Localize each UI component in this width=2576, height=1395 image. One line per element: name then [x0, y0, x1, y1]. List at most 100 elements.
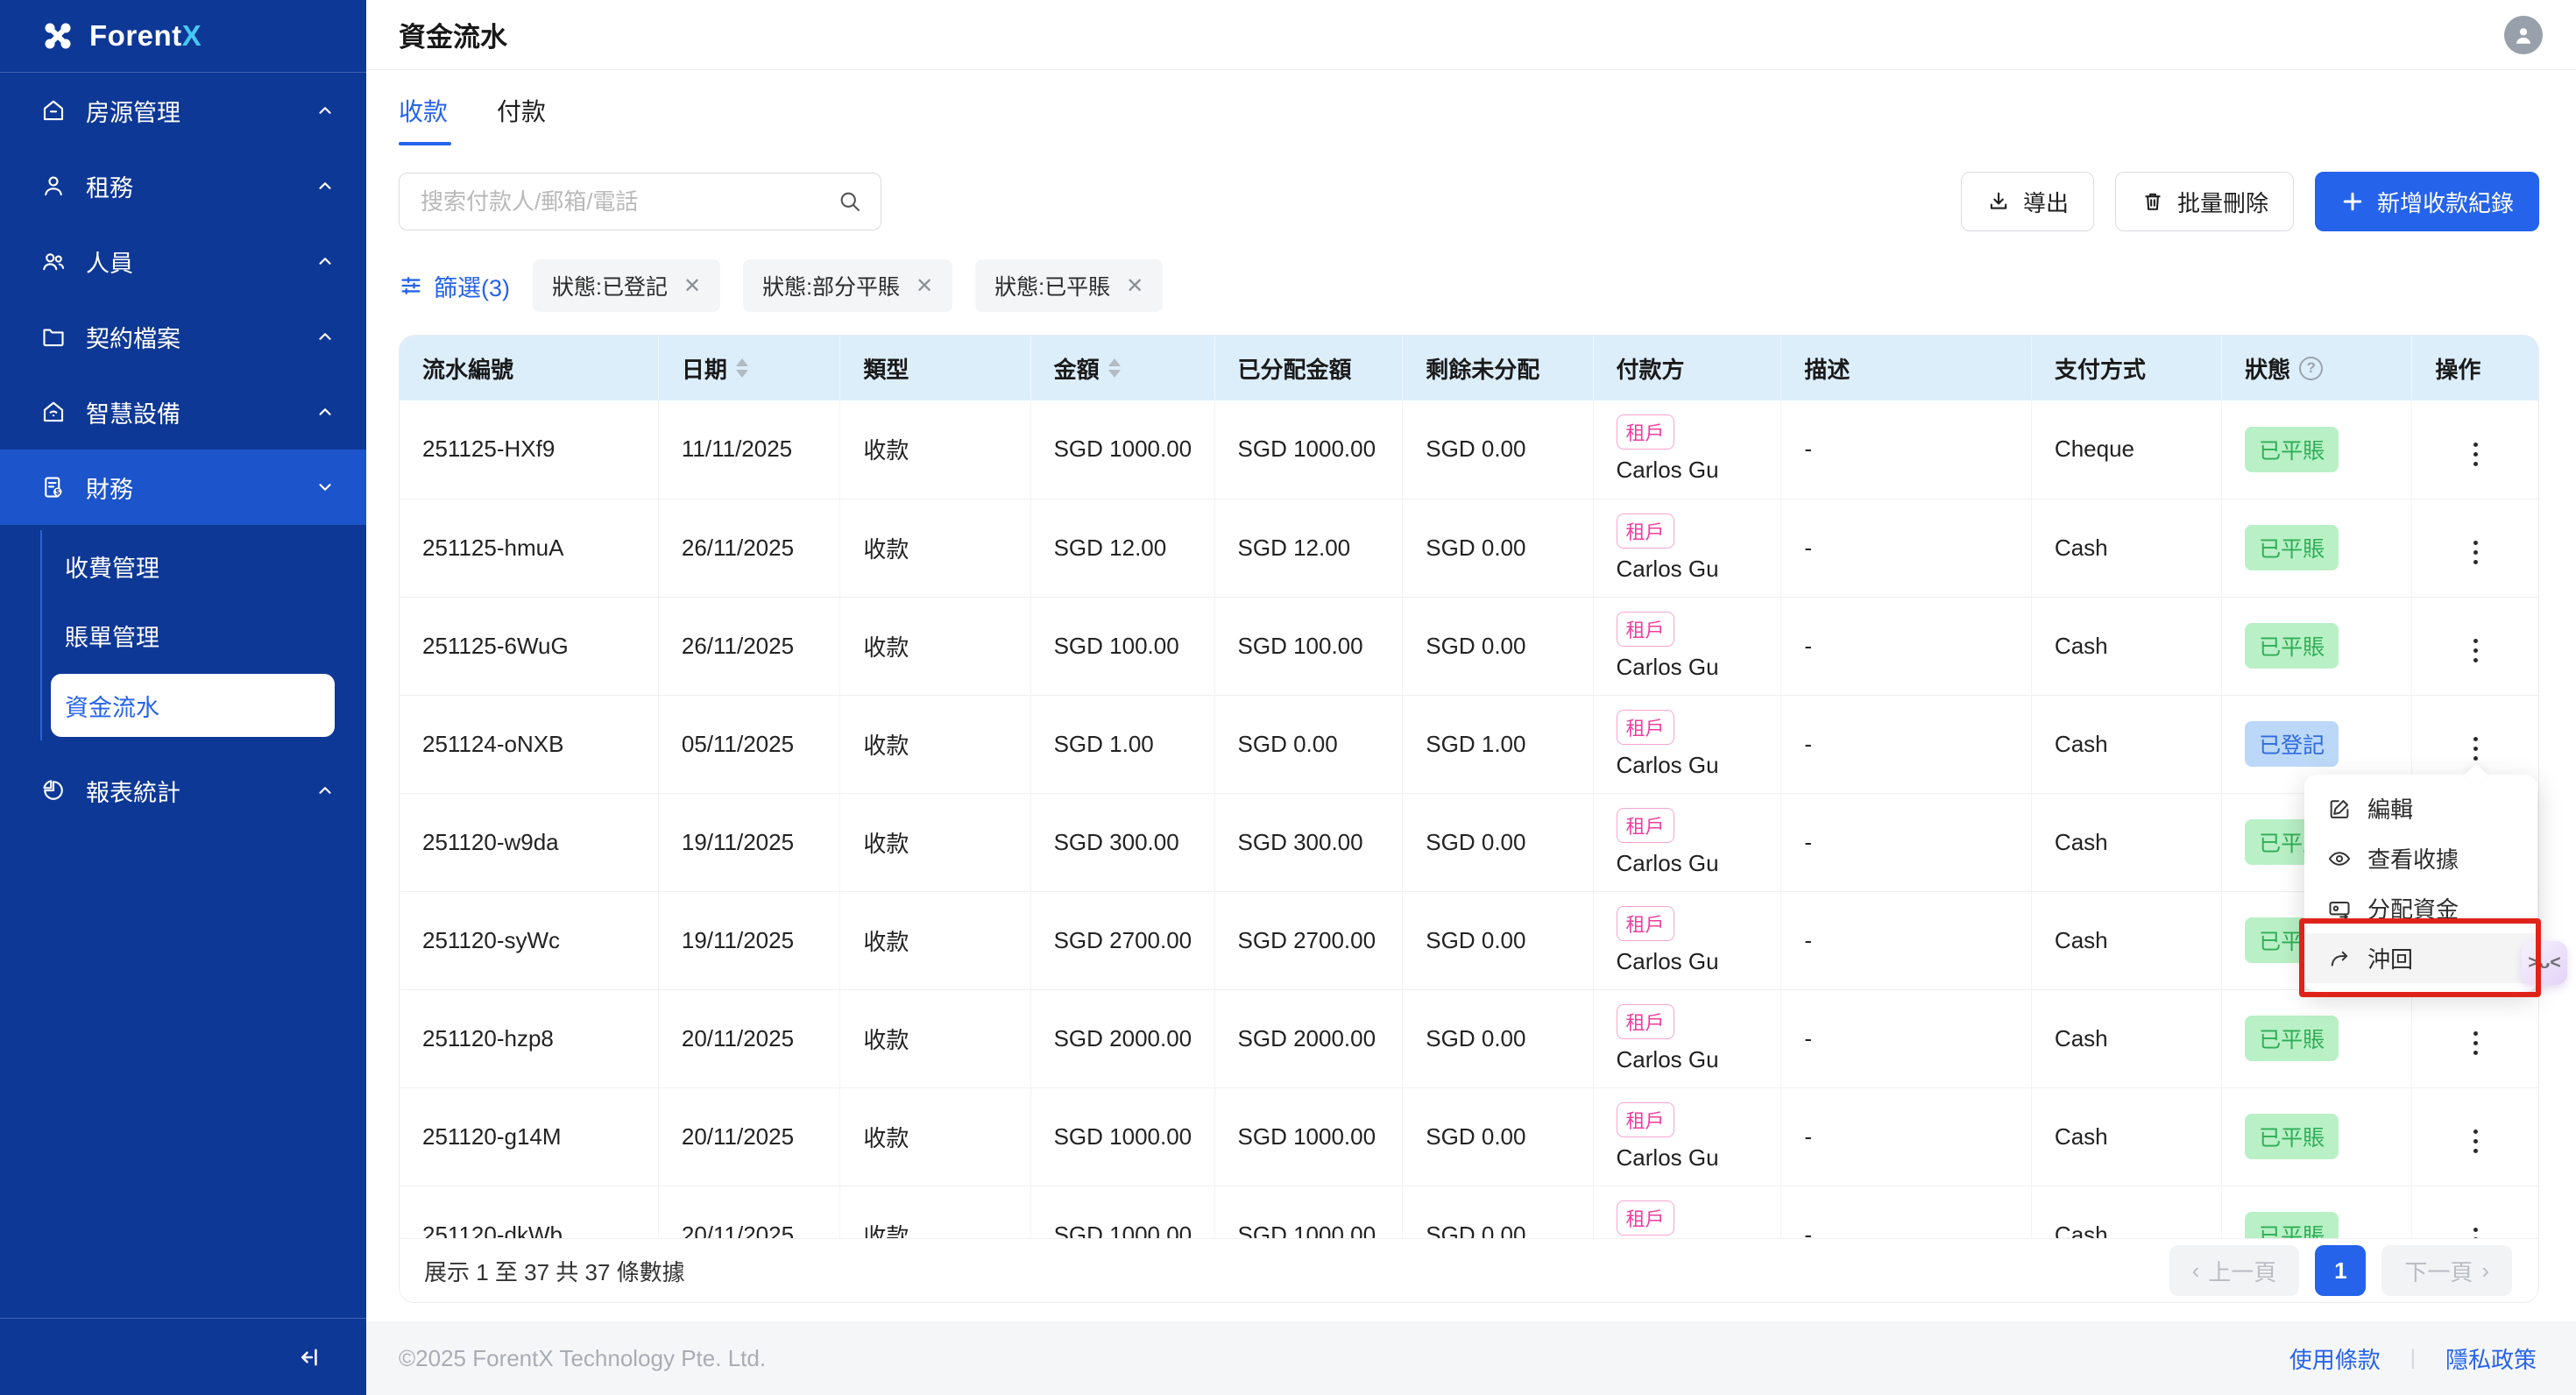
pagination-bar: 展示 1 至 37 共 37 條數據 ‹上一頁 1 下一頁› — [400, 1238, 2538, 1302]
row-menu-button[interactable] — [2461, 632, 2490, 669]
bulk-delete-button-label: 批量刪除 — [2177, 186, 2268, 218]
cell-method: Cash — [2031, 1186, 2221, 1240]
privacy-link[interactable]: 隱私政策 — [2445, 1342, 2537, 1375]
cell-method: Cash — [2031, 989, 2221, 1087]
chip-close-icon[interactable]: ✕ — [916, 273, 933, 299]
cell-description: - — [1781, 400, 2032, 499]
row-menu-button[interactable] — [2461, 1024, 2490, 1062]
sidebar-subitem-fund-flow[interactable]: 資金流水 — [51, 674, 335, 737]
status-help-icon[interactable]: ? — [2299, 357, 2323, 380]
filter-chip-label: 狀態:部分平賬 — [762, 270, 900, 301]
row-menu-button[interactable] — [2461, 534, 2490, 571]
cell-flow-id: 251125-HXf9 — [400, 400, 658, 499]
chevron-up-icon — [315, 402, 335, 421]
col-method: 支付方式 — [2031, 336, 2221, 400]
bulk-delete-button[interactable]: 批量刪除 — [2115, 172, 2294, 231]
cell-remaining: SGD 0.00 — [1403, 793, 1593, 891]
col-type: 類型 — [840, 336, 1030, 400]
status-badge: 已平賬 — [2245, 1212, 2339, 1240]
cell-payer: 租戶 Carlos Gu — [1593, 989, 1781, 1087]
sort-icon[interactable] — [1108, 358, 1121, 378]
table-wrap: 流水編號 日期 類型 金額 已分配金額 剩餘未分配 付款方 描述 支付方式 狀態… — [400, 336, 2538, 1240]
search-input[interactable] — [399, 173, 881, 230]
col-id: 流水編號 — [400, 336, 658, 400]
svg-text:$: $ — [55, 487, 60, 496]
logo[interactable]: ForentX — [0, 0, 366, 72]
sidebar-item-label: 契約檔案 — [86, 320, 296, 354]
add-record-button-label: 新增收款紀錄 — [2377, 186, 2514, 218]
row-menu-button[interactable] — [2461, 730, 2490, 768]
filter-chip: 狀態:已平賬 ✕ — [975, 259, 1163, 312]
sidebar-item-reports[interactable]: 報表統計 — [0, 753, 366, 828]
cell-action — [2412, 499, 2538, 597]
plus-icon — [2340, 189, 2365, 214]
user-avatar[interactable] — [2504, 16, 2543, 54]
add-record-button[interactable]: 新增收款紀錄 — [2315, 172, 2539, 231]
filter-chip: 狀態:部分平賬 ✕ — [743, 259, 952, 312]
collapse-left-icon — [298, 1345, 322, 1370]
main-content: 收款 付款 導出 批量刪除 新增收款紀錄 篩選(3) — [366, 70, 2576, 1321]
chip-close-icon[interactable]: ✕ — [1126, 273, 1143, 299]
menu-item-label: 分配資金 — [2367, 892, 2459, 924]
cell-method: Cash — [2031, 891, 2221, 989]
payer-name: Carlos Gu — [1617, 752, 1781, 779]
table-header: 流水編號 日期 類型 金額 已分配金額 剩餘未分配 付款方 描述 支付方式 狀態… — [400, 336, 2538, 400]
sidebar-item-label: 房源管理 — [86, 94, 296, 128]
table-row: 251120-syWc 19/11/2025 收款 SGD 2700.00 SG… — [400, 891, 2538, 989]
tenant-tag: 租戶 — [1617, 1004, 1674, 1039]
terms-link[interactable]: 使用條款 — [2289, 1342, 2381, 1375]
filter-chip-label: 狀態:已登記 — [552, 270, 668, 301]
sidebar-item-people[interactable]: 人員 — [0, 223, 366, 299]
payer-name: Carlos Gu — [1617, 1046, 1781, 1073]
sidebar-item-tenancy[interactable]: 租務 — [0, 148, 366, 223]
cell-method: Cash — [2031, 695, 2221, 793]
cell-date: 05/11/2025 — [658, 695, 839, 793]
status-badge: 已平賬 — [2245, 1016, 2339, 1061]
cell-type: 收款 — [840, 989, 1030, 1087]
menu-item-allocate-funds[interactable]: 分配資金 — [2304, 883, 2537, 933]
cell-allocated: SGD 300.00 — [1214, 793, 1403, 891]
assistant-float-badge[interactable]: >ᴗ< — [2522, 941, 2567, 985]
current-page-button[interactable]: 1 — [2315, 1245, 2366, 1296]
col-action: 操作 — [2412, 336, 2538, 400]
sidebar-item-finance[interactable]: $ 財務 — [0, 450, 366, 525]
status-badge: 已平賬 — [2245, 525, 2339, 570]
col-date[interactable]: 日期 — [658, 336, 839, 400]
sidebar-subitem-fee-management[interactable]: 收費管理 — [0, 532, 366, 601]
sidebar-item-properties[interactable]: 房源管理 — [0, 73, 366, 148]
table-row: 251124-oNXB 05/11/2025 收款 SGD 1.00 SGD 0… — [400, 695, 2538, 793]
prev-page-button[interactable]: ‹上一頁 — [2169, 1245, 2300, 1296]
sidebar-item-contracts[interactable]: 契約檔案 — [0, 299, 366, 374]
controls-row: 導出 批量刪除 新增收款紀錄 — [399, 172, 2539, 231]
cell-type: 收款 — [840, 891, 1030, 989]
cell-payer: 租戶 Carlos Gu — [1593, 1087, 1781, 1186]
menu-item-reverse[interactable]: 沖回 — [2304, 933, 2537, 983]
menu-item-view-receipt[interactable]: 查看收據 — [2304, 833, 2537, 883]
col-remaining: 剩餘未分配 — [1403, 336, 1593, 400]
next-page-button[interactable]: 下一頁› — [2381, 1245, 2512, 1296]
sidebar-item-smart-devices[interactable]: 智慧設備 — [0, 374, 366, 450]
menu-item-label: 查看收據 — [2367, 842, 2459, 875]
payer-name: Carlos Gu — [1617, 457, 1781, 484]
row-menu-button[interactable] — [2461, 1221, 2490, 1240]
export-button[interactable]: 導出 — [1961, 172, 2094, 231]
tab-payments[interactable]: 付款 — [497, 93, 546, 145]
cell-method: Cash — [2031, 597, 2221, 695]
topbar: 資金流水 — [366, 0, 2576, 70]
cell-date: 11/11/2025 — [658, 400, 839, 499]
sidebar-subitem-bill-management[interactable]: 賬單管理 — [0, 601, 366, 670]
tab-receipts[interactable]: 收款 — [399, 93, 448, 145]
row-menu-button[interactable] — [2461, 1122, 2490, 1160]
col-amount[interactable]: 金額 — [1030, 336, 1214, 400]
cell-allocated: SGD 1000.00 — [1214, 1186, 1403, 1240]
col-allocated: 已分配金額 — [1214, 336, 1403, 400]
avatar-person-icon — [2512, 24, 2535, 46]
row-menu-button[interactable] — [2461, 435, 2490, 473]
filter-toggle[interactable]: 篩選(3) — [399, 269, 510, 303]
chip-close-icon[interactable]: ✕ — [683, 273, 701, 299]
menu-item-edit[interactable]: 編輯 — [2304, 783, 2537, 833]
sort-icon[interactable] — [736, 358, 748, 378]
col-payer: 付款方 — [1593, 336, 1781, 400]
sidebar-collapse-button[interactable] — [293, 1340, 328, 1375]
cell-allocated: SGD 1000.00 — [1214, 400, 1403, 499]
